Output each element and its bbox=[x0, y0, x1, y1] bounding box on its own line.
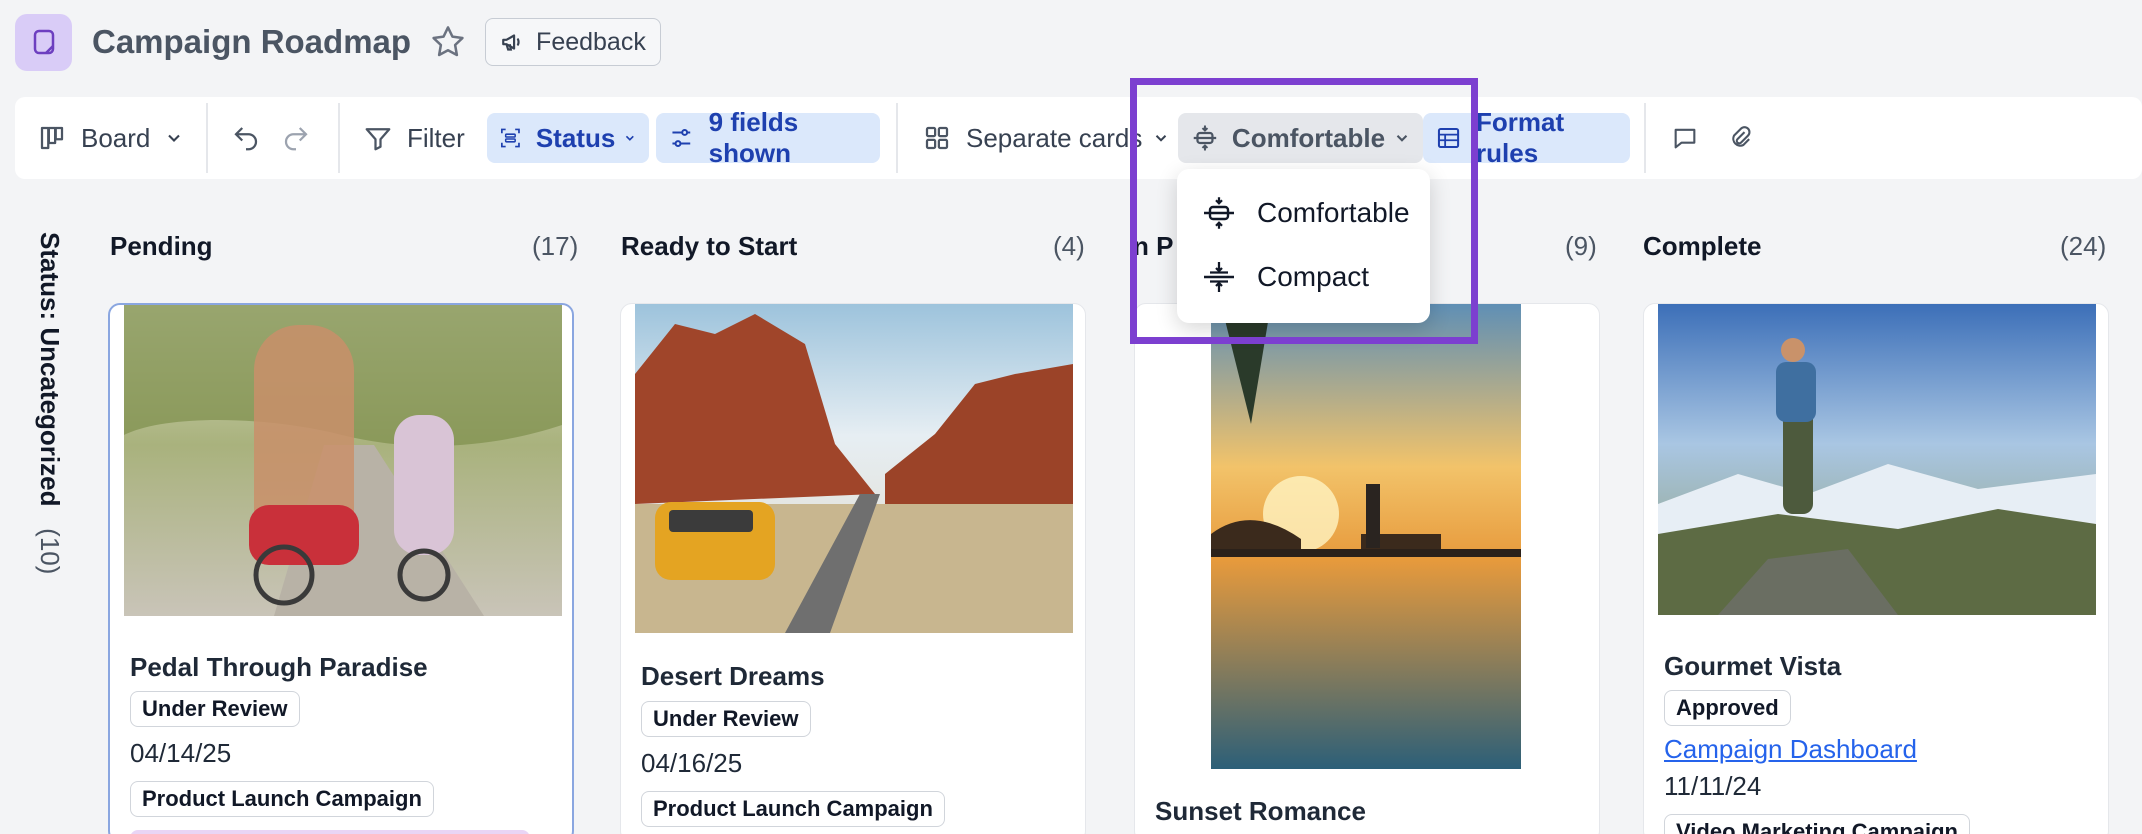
column-title: Complete bbox=[1643, 230, 1762, 261]
column-title: Pending bbox=[110, 230, 213, 261]
card-date: 04/14/25 bbox=[130, 738, 232, 768]
note-icon bbox=[33, 29, 54, 55]
card-title: Gourmet Vista bbox=[1664, 651, 1842, 681]
column-count: (17) bbox=[532, 230, 579, 261]
status-badge: Under Review bbox=[130, 691, 300, 727]
card-date: 04/16/25 bbox=[641, 748, 743, 778]
fields-icon bbox=[672, 128, 691, 148]
filter-icon bbox=[365, 128, 391, 151]
column-count: (24) bbox=[2060, 230, 2107, 261]
campaign-badge: Video Marketing Campaign bbox=[1664, 814, 1970, 834]
fields-label: 9 fields shown bbox=[708, 107, 799, 168]
card-title: Pedal Through Paradise bbox=[130, 652, 428, 682]
cards-icon bbox=[925, 126, 949, 150]
highlight-frame bbox=[1130, 78, 1478, 344]
filter-label: Filter bbox=[407, 122, 465, 153]
status-badge: Approved bbox=[1664, 690, 1791, 726]
attachment-icon[interactable] bbox=[1723, 120, 1759, 156]
card-image bbox=[1211, 304, 1521, 769]
chevron-down-icon bbox=[168, 134, 181, 142]
status-badge: Under Review bbox=[641, 701, 811, 737]
board-icon bbox=[40, 126, 64, 150]
toolbar-divider bbox=[1644, 103, 1646, 173]
tag-strip bbox=[130, 830, 530, 834]
card-image bbox=[1658, 304, 2096, 615]
side-group-title: Status: Uncategorized (10) bbox=[35, 232, 65, 575]
feedback-button[interactable]: Feedback bbox=[485, 18, 661, 66]
card-image bbox=[635, 304, 1073, 633]
column-header: Complete bbox=[1643, 228, 1761, 264]
chevron-down-icon bbox=[626, 135, 635, 141]
view-label: Board bbox=[81, 122, 151, 153]
card-title: Sunset Romance bbox=[1155, 796, 1366, 826]
page-title: Campaign Roadmap bbox=[92, 23, 412, 60]
campaign-badge: Product Launch Campaign bbox=[130, 781, 434, 817]
card-image bbox=[124, 305, 562, 616]
toolbar-divider bbox=[338, 103, 340, 173]
group-by-status-button[interactable]: Status bbox=[487, 113, 649, 163]
star-icon[interactable] bbox=[429, 23, 467, 61]
card[interactable]: Gourmet Vista Approved Campaign Dashboar… bbox=[1643, 303, 2109, 834]
undo-icon[interactable] bbox=[228, 120, 264, 156]
dashboard-link[interactable]: Campaign Dashboard bbox=[1664, 734, 1917, 765]
column-count: (9) bbox=[1565, 230, 1597, 261]
cards-label: Separate cards bbox=[966, 122, 1143, 153]
campaign-badge: Product Launch Campaign bbox=[641, 791, 945, 827]
column-header: Pending bbox=[110, 228, 213, 264]
comment-icon[interactable] bbox=[1667, 120, 1703, 156]
column-header: Ready to Start bbox=[621, 228, 797, 264]
column-title: Ready to Start bbox=[621, 230, 798, 261]
column-count: (4) bbox=[1053, 230, 1085, 261]
redo-icon[interactable] bbox=[278, 120, 314, 156]
toolbar: Board Filter Status 9 fields shown Separ… bbox=[15, 97, 2142, 179]
megaphone-icon bbox=[502, 34, 520, 51]
toolbar-divider bbox=[206, 103, 208, 173]
feedback-label: Feedback bbox=[536, 27, 646, 56]
card[interactable]: Desert Dreams Under Review 04/16/25 Prod… bbox=[620, 303, 1086, 834]
card[interactable]: Pedal Through Paradise Under Review 04/1… bbox=[108, 303, 574, 834]
filter-button[interactable]: Filter bbox=[363, 97, 465, 179]
format-label: Format rules bbox=[1476, 107, 1565, 168]
fields-shown-button[interactable]: 9 fields shown bbox=[656, 107, 880, 168]
card-title: Desert Dreams bbox=[641, 661, 825, 691]
card[interactable]: Sunset Romance bbox=[1134, 303, 1600, 834]
page-header: Campaign Roadmap Feedback bbox=[15, 13, 661, 71]
group-icon bbox=[500, 128, 520, 148]
toolbar-divider bbox=[896, 103, 898, 173]
app-icon[interactable] bbox=[15, 13, 72, 71]
card-date: 11/11/24 bbox=[1664, 771, 1762, 801]
view-switcher[interactable]: Board bbox=[37, 97, 184, 179]
side-group-label[interactable]: Status: Uncategorized (10) bbox=[34, 232, 68, 592]
group-label: Status bbox=[535, 122, 616, 153]
